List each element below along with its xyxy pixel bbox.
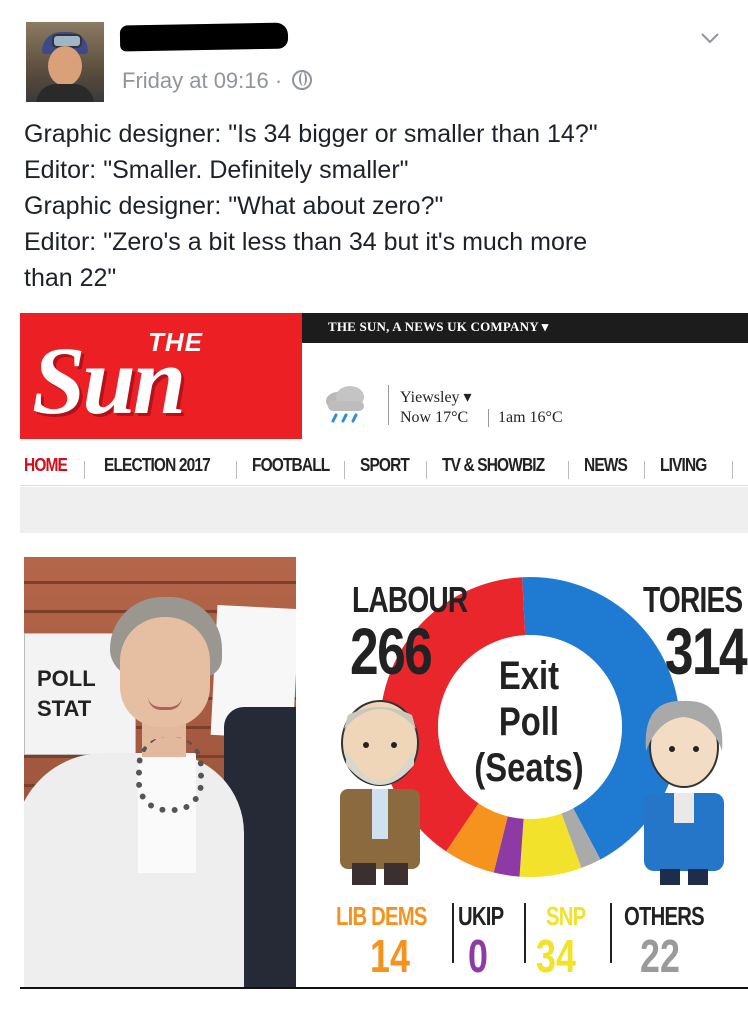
snp-label: SNP: [546, 901, 586, 931]
rain-cloud-icon: [326, 386, 364, 423]
labour-seats: 266: [350, 614, 433, 688]
nav-election-2017[interactable]: ELECTION 2017: [104, 455, 211, 476]
post-line: Editor: "Smaller. Definitely smaller": [24, 156, 409, 184]
ukip-label: UKIP: [458, 901, 504, 931]
nav-home[interactable]: HOME: [24, 455, 68, 476]
snp-seats: 34: [536, 930, 576, 982]
post-text: Graphic designer: "Is 34 bigger or small…: [24, 116, 724, 296]
redacted-author-name: [119, 22, 289, 52]
post-line: Graphic designer: "What about zero?": [24, 192, 444, 220]
sun-nav: HOME ELECTION 2017 FOOTBALL SPORT TV & S…: [20, 451, 748, 486]
post-line: Editor: "Zero's a bit less than 34 but i…: [24, 228, 588, 256]
libdems-label: LIB DEMS: [336, 901, 427, 931]
globe-icon: [292, 70, 313, 90]
post-header: Friday at 09:16 ·: [0, 0, 748, 110]
sun-topbar: THE SUN, A NEWS UK COMPANY ▾: [300, 313, 748, 343]
tories-seats: 314: [664, 614, 748, 688]
attached-image[interactable]: THE SUN, A NEWS UK COMPANY ▾ Sun THE Yie…: [20, 313, 748, 989]
nav-living[interactable]: LIVING: [660, 455, 707, 476]
ad-band: [20, 487, 748, 533]
article-photo[interactable]: POLL STAT: [24, 557, 296, 987]
center-title: Exit Poll (Seats): [474, 654, 584, 790]
avatar[interactable]: [26, 22, 104, 102]
weather-later: 1am 16°C: [498, 409, 563, 426]
weather-location: Yiewsley ▾: [400, 389, 472, 406]
others-seats: 22: [640, 930, 680, 982]
weather-now: Now 17°C: [400, 409, 469, 426]
nav-sport[interactable]: SPORT: [360, 455, 410, 476]
logo-the: THE: [148, 327, 203, 357]
nav-football[interactable]: FOOTBALL: [252, 455, 330, 476]
post-timestamp[interactable]: Friday at 09:16 ·: [122, 68, 313, 94]
exit-poll-graphic: LABOUR 266 TORIES 314 Exit Poll (Seats) …: [310, 557, 748, 987]
chevron-down-icon[interactable]: [700, 28, 720, 48]
post-line: than 22": [24, 264, 117, 292]
libdems-seats: 14: [370, 930, 410, 982]
ukip-seats: 0: [468, 930, 488, 982]
topbar-label: THE SUN, A NEWS UK COMPANY ▾: [328, 319, 549, 334]
sun-logo: Sun THE: [20, 313, 302, 439]
post-line: Graphic designer: "Is 34 bigger or small…: [24, 120, 598, 148]
nav-tv-showbiz[interactable]: TV & SHOWBIZ: [442, 455, 545, 476]
others-label: OTHERS: [624, 901, 705, 931]
may-cartoon: [644, 700, 724, 885]
nav-news[interactable]: NEWS: [584, 455, 628, 476]
corbyn-cartoon: [340, 700, 420, 885]
